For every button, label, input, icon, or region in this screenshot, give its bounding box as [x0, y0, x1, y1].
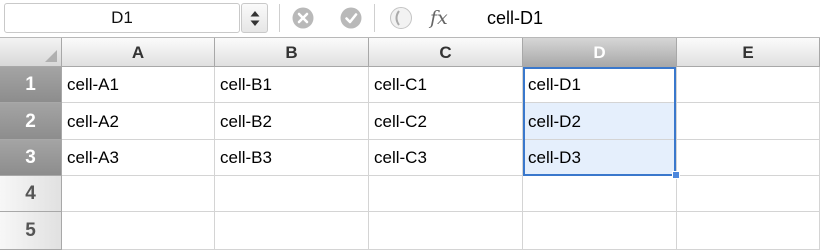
- column-header-b[interactable]: B: [215, 38, 369, 67]
- column-header-c[interactable]: C: [369, 38, 523, 67]
- row-header-1[interactable]: 1: [0, 67, 62, 103]
- column-header-a[interactable]: A: [62, 38, 215, 67]
- cell-a4[interactable]: [62, 176, 215, 212]
- cell-e4[interactable]: [677, 176, 820, 212]
- column-header-e[interactable]: E: [677, 38, 820, 67]
- cell-a1[interactable]: cell-A1: [62, 67, 215, 103]
- row-header-5[interactable]: 5: [0, 212, 62, 250]
- cell-c1[interactable]: cell-C1: [369, 67, 523, 103]
- cell-d3[interactable]: cell-D3: [523, 140, 677, 176]
- function-wizard-icon[interactable]: [386, 7, 416, 29]
- check-circle-icon[interactable]: [340, 7, 362, 29]
- cell-b3[interactable]: cell-B3: [215, 140, 369, 176]
- cell-c3[interactable]: cell-C3: [369, 140, 523, 176]
- formula-value: cell-D1: [487, 8, 544, 28]
- row-header-2[interactable]: 2: [0, 103, 62, 140]
- row-header-3[interactable]: 3: [0, 140, 62, 176]
- fx-label[interactable]: fx: [430, 4, 448, 32]
- cell-b4[interactable]: [215, 176, 369, 212]
- cell-e5[interactable]: [677, 212, 820, 250]
- formula-input[interactable]: cell-D1: [472, 3, 816, 33]
- fill-handle[interactable]: [672, 171, 680, 179]
- column-header-d[interactable]: D: [523, 38, 677, 67]
- cell-a2[interactable]: cell-A2: [62, 103, 215, 140]
- cell-e2[interactable]: [677, 103, 820, 140]
- name-box[interactable]: D1: [4, 3, 240, 33]
- x-circle-icon[interactable]: [292, 7, 314, 29]
- row-header-4[interactable]: 4: [0, 176, 62, 212]
- cell-e1[interactable]: [677, 67, 820, 103]
- cell-b2[interactable]: cell-B2: [215, 103, 369, 140]
- cell-c5[interactable]: [369, 212, 523, 250]
- divider: [374, 4, 375, 32]
- cell-b1[interactable]: cell-B1: [215, 67, 369, 103]
- select-all-corner[interactable]: [0, 38, 62, 67]
- cell-d5[interactable]: [523, 212, 677, 250]
- cell-c4[interactable]: [369, 176, 523, 212]
- cell-e3[interactable]: [677, 140, 820, 176]
- cell-d1[interactable]: cell-D1: [523, 67, 677, 103]
- cell-b5[interactable]: [215, 212, 369, 250]
- cell-d4[interactable]: [523, 176, 677, 212]
- cell-d2[interactable]: cell-D2: [523, 103, 677, 140]
- divider: [279, 4, 280, 32]
- spreadsheet-grid: A B C D E 1 2 3 4 5 cell-A1 cell-B1 cell…: [0, 38, 820, 250]
- cell-a3[interactable]: cell-A3: [62, 140, 215, 176]
- name-box-value: D1: [111, 8, 133, 27]
- cell-a5[interactable]: [62, 212, 215, 250]
- cell-c2[interactable]: cell-C2: [369, 103, 523, 140]
- up-down-arrows-icon[interactable]: [241, 3, 268, 33]
- formula-bar: D1 fx cell-D1: [0, 0, 820, 38]
